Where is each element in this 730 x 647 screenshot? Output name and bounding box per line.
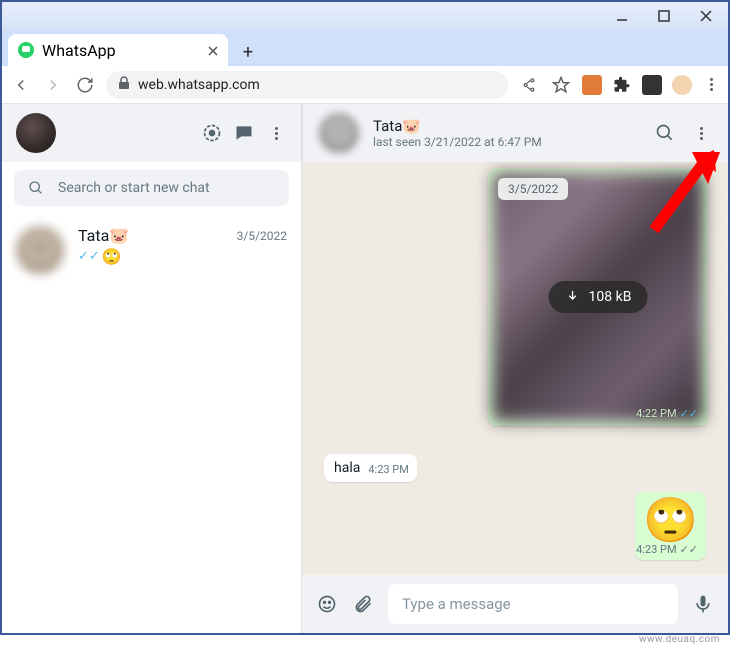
message-date-badge: 3/5/2022	[498, 178, 568, 200]
search-icon	[28, 180, 44, 196]
message-time: 4:23 PM	[368, 463, 408, 476]
message-input[interactable]: Type a message	[388, 584, 678, 624]
profile-avatar-icon[interactable]	[672, 75, 692, 95]
status-icon[interactable]	[201, 122, 223, 144]
browser-menu-button[interactable]	[702, 78, 720, 91]
attach-icon[interactable]	[352, 593, 374, 615]
nav-back-button[interactable]	[10, 74, 32, 96]
contact-status: last seen 3/21/2022 at 6:47 PM	[373, 135, 640, 149]
browser-tabstrip: WhatsApp +	[2, 30, 728, 66]
search-wrapper: Search or start new chat	[2, 162, 301, 214]
browser-window: WhatsApp + web.whatsapp.com	[0, 0, 730, 635]
url-input[interactable]: web.whatsapp.com	[106, 71, 508, 99]
watermark-text: www.deuaq.com	[639, 634, 720, 645]
download-button[interactable]: 108 kB	[549, 281, 648, 313]
left-menu-icon[interactable]	[265, 122, 287, 144]
lock-icon	[118, 76, 130, 94]
browser-address-bar: web.whatsapp.com	[2, 66, 728, 104]
read-receipt-icon: ✓✓	[680, 407, 698, 420]
message-composer: Type a message	[302, 575, 728, 633]
tab-close-button[interactable]	[208, 41, 218, 60]
message-input-placeholder: Type a message	[402, 595, 511, 613]
extension-square-icon[interactable]	[642, 75, 662, 95]
extension-metamask-icon[interactable]	[582, 75, 602, 95]
left-panel: Search or start new chat Tata🐷 3/5/2022 …	[2, 104, 302, 633]
share-icon[interactable]	[518, 74, 540, 96]
emoji-picker-icon[interactable]	[316, 593, 338, 615]
chat-item-preview: 🙄	[102, 247, 122, 266]
contact-name: Tata🐷	[373, 117, 640, 135]
chat-search-icon[interactable]	[654, 122, 676, 144]
bookmark-star-icon[interactable]	[550, 74, 572, 96]
nav-forward-button[interactable]	[42, 74, 64, 96]
message-incoming[interactable]: hala 4:23 PM	[324, 454, 417, 482]
chat-list: Tata🐷 3/5/2022 ✓✓ 🙄	[2, 214, 301, 633]
chat-item-avatar	[16, 226, 64, 274]
window-close-button[interactable]	[694, 6, 718, 26]
contact-avatar[interactable]	[319, 113, 359, 153]
voice-message-icon[interactable]	[692, 593, 714, 615]
download-size: 108 kB	[589, 289, 632, 305]
chat-menu-icon[interactable]	[690, 122, 712, 144]
whatsapp-favicon-icon	[18, 42, 34, 58]
chat-list-item[interactable]: Tata🐷 3/5/2022 ✓✓ 🙄	[2, 214, 301, 286]
message-text: hala	[334, 460, 360, 476]
read-receipt-icon: ✓✓	[680, 543, 698, 556]
my-avatar[interactable]	[16, 113, 56, 153]
new-tab-button[interactable]: +	[234, 38, 262, 66]
conversation-panel: Tata🐷 last seen 3/21/2022 at 6:47 PM 3/5…	[302, 104, 728, 633]
message-emoji: 🙄	[643, 498, 698, 542]
extensions-button[interactable]	[612, 75, 632, 95]
tab-title: WhatsApp	[42, 41, 116, 60]
read-receipt-icon: ✓✓	[78, 249, 100, 264]
url-text: web.whatsapp.com	[138, 77, 260, 93]
messages-area[interactable]: 3/5/2022 108 kB 4:22 PM ✓✓ hala 4:23 PM	[302, 162, 728, 575]
window-maximize-button[interactable]	[652, 6, 676, 26]
left-header	[2, 104, 301, 162]
message-time: 4:22 PM ✓✓	[636, 407, 698, 420]
window-titlebar	[2, 2, 728, 30]
chat-item-name: Tata🐷	[78, 226, 129, 245]
extension-icons	[582, 75, 692, 95]
download-arrow-icon	[565, 289, 581, 305]
new-chat-icon[interactable]	[233, 122, 255, 144]
nav-reload-button[interactable]	[74, 74, 96, 96]
message-time: 4:23 PM ✓✓	[636, 543, 698, 556]
conversation-header: Tata🐷 last seen 3/21/2022 at 6:47 PM	[302, 104, 728, 162]
search-placeholder: Search or start new chat	[58, 180, 210, 196]
message-image-outgoing[interactable]: 3/5/2022 108 kB 4:22 PM ✓✓	[488, 168, 708, 426]
chat-item-date: 3/5/2022	[237, 229, 287, 243]
window-minimize-button[interactable]	[610, 6, 634, 26]
message-emoji-outgoing[interactable]: 🙄 4:23 PM ✓✓	[635, 492, 706, 560]
search-input[interactable]: Search or start new chat	[14, 170, 289, 206]
contact-info[interactable]: Tata🐷 last seen 3/21/2022 at 6:47 PM	[373, 117, 640, 149]
whatsapp-app: Search or start new chat Tata🐷 3/5/2022 …	[2, 104, 728, 633]
browser-tab[interactable]: WhatsApp	[8, 34, 228, 66]
